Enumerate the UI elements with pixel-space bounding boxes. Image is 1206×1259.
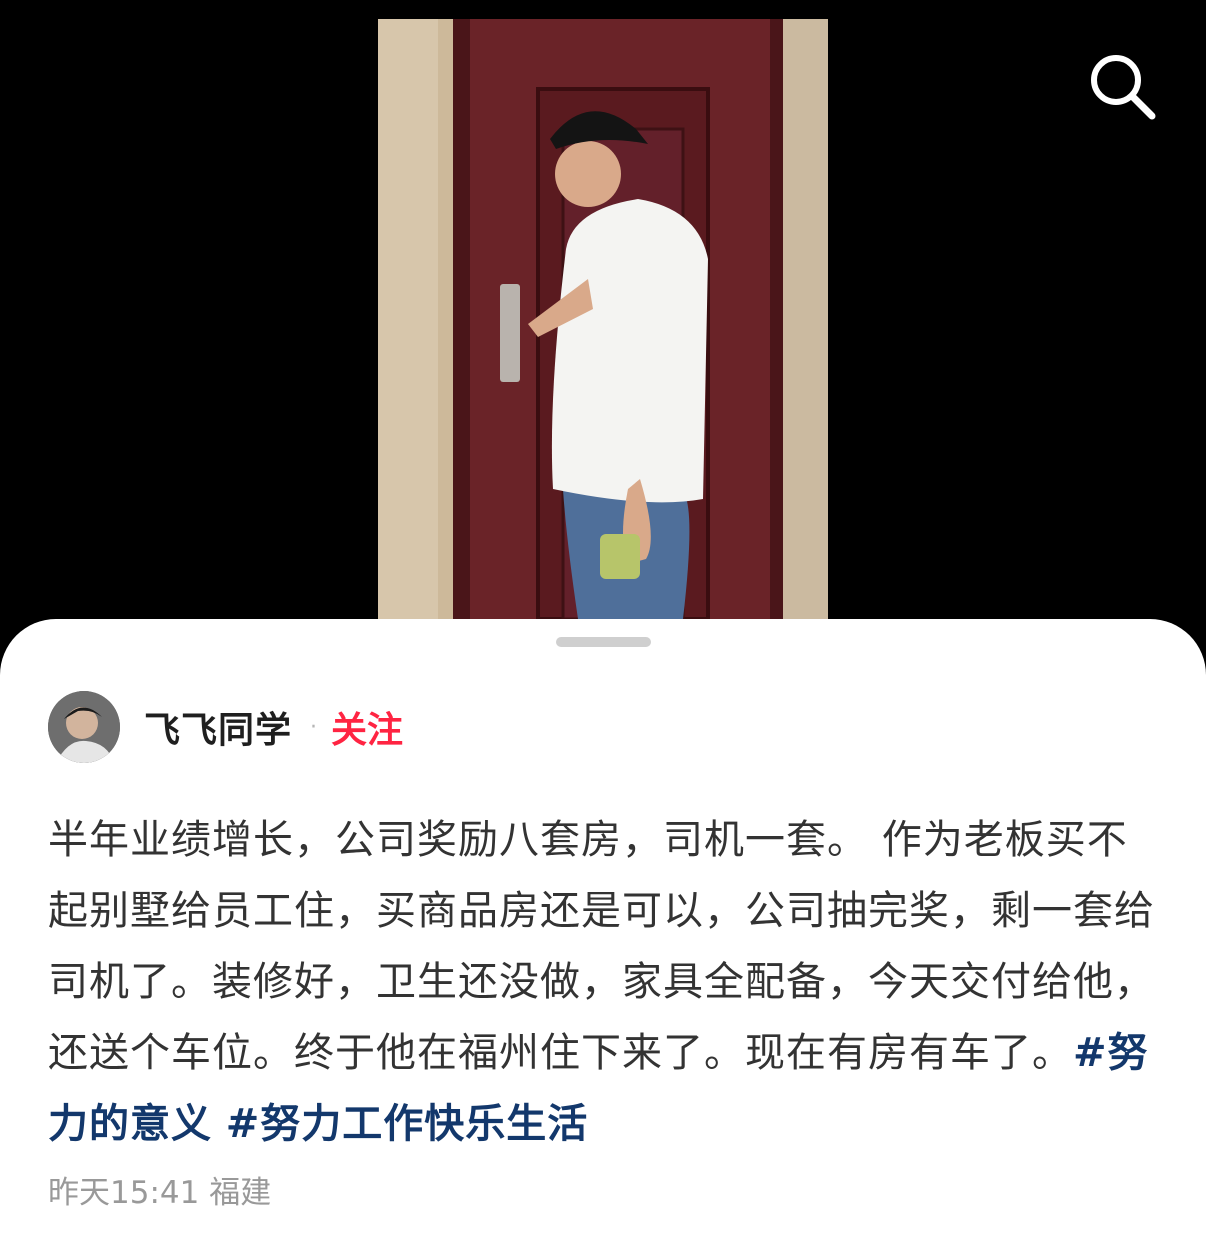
author-row: 飞飞同学 · 关注 — [48, 691, 403, 763]
post-location: 福建 — [209, 1175, 272, 1211]
search-button[interactable] — [1086, 50, 1158, 122]
separator-dot: · — [310, 714, 318, 740]
post-time: 昨天15:41 — [48, 1175, 200, 1211]
post-meta: 昨天15:41 福建 — [48, 1167, 271, 1212]
post-photo[interactable] — [378, 19, 828, 619]
author-name[interactable]: 飞飞同学 — [144, 701, 292, 753]
post-body: 半年业绩增长，公司奖励八套房，司机一套。 作为老板买不起别墅给员工住，买商品房还… — [48, 805, 1158, 1160]
follow-button[interactable]: 关注 — [331, 701, 403, 753]
sheet-drag-handle[interactable] — [556, 637, 651, 647]
avatar[interactable] — [48, 691, 120, 763]
photo-man-at-door — [378, 19, 828, 619]
post-detail-sheet: 飞飞同学 · 关注 半年业绩增长，公司奖励八套房，司机一套。 作为老板买不起别墅… — [0, 619, 1206, 1259]
hashtag-2[interactable]: #努力工作快乐生活 — [226, 1101, 589, 1147]
search-icon — [1091, 55, 1156, 120]
post-text: 半年业绩增长，公司奖励八套房，司机一套。 作为老板买不起别墅给员工住，买商品房还… — [48, 817, 1155, 1076]
avatar-image — [48, 691, 120, 763]
